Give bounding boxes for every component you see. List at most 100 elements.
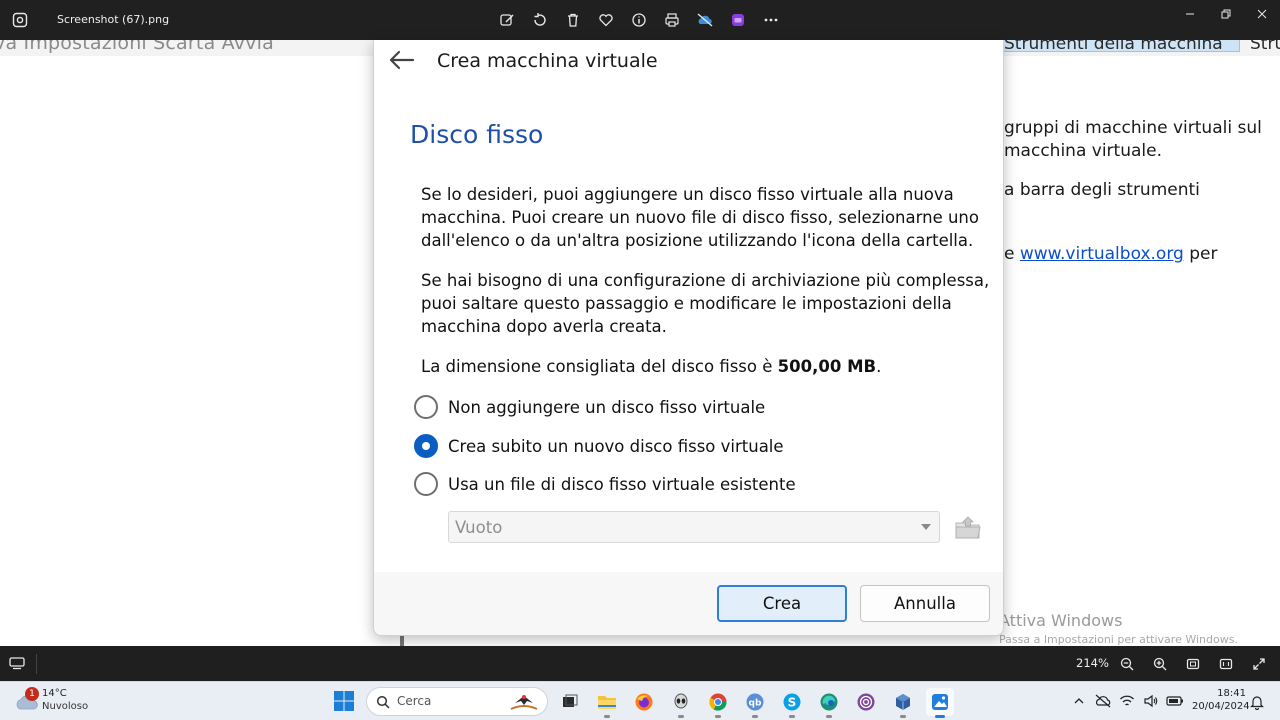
edit-icon[interactable] <box>496 10 518 30</box>
weather-condition: Nuvoloso <box>42 701 89 712</box>
recommended-size-text: La dimensione consigliata del disco fiss… <box>421 355 991 378</box>
zoom-out-icon[interactable] <box>1116 654 1138 674</box>
activate-windows-title: Attiva Windows <box>999 611 1123 630</box>
qbittorrent-icon[interactable]: qb <box>741 688 769 718</box>
dialog-title: Crea macchina virtuale <box>437 50 658 72</box>
photos-app-icon <box>12 12 28 28</box>
actual-size-icon[interactable] <box>1215 654 1237 674</box>
description-paragraph-2: Se hai bisogno di una configurazione di … <box>421 271 990 336</box>
photos-icon[interactable] <box>926 688 954 718</box>
restore-button[interactable] <box>1208 0 1244 28</box>
chrome-icon[interactable] <box>704 688 732 718</box>
cancel-button[interactable]: Annulla <box>860 585 990 622</box>
svg-text:S: S <box>788 696 797 710</box>
info-icon[interactable] <box>628 10 650 30</box>
rotate-icon[interactable] <box>529 10 551 30</box>
running-indicator <box>715 715 721 718</box>
existing-disk-select-value: Vuoto <box>455 518 503 537</box>
clipchamp-icon[interactable] <box>727 10 749 30</box>
create-vm-dialog: Crea macchina virtuale Disco fisso Se lo… <box>373 40 1004 636</box>
background-link-line: e www.virtualbox.org per <box>1004 244 1217 264</box>
edge-icon[interactable] <box>815 688 843 718</box>
folder-browse-icon[interactable] <box>953 514 983 542</box>
radio-existing-disk[interactable]: Usa un file di disco fisso virtuale esis… <box>414 472 796 496</box>
task-view-icon[interactable] <box>556 688 584 716</box>
viewer-title-bar: Screenshot (67).png <box>0 0 1280 40</box>
alien-app-icon[interactable] <box>667 688 695 718</box>
description-paragraph-1: Se lo desideri, puoi aggiungere un disco… <box>421 185 979 250</box>
skype-icon[interactable]: S <box>778 688 806 718</box>
radio-create-disk-indicator[interactable] <box>414 434 438 458</box>
viewer-bottom-bar: 214% <box>0 646 1280 681</box>
background-menu-text: va Impostazioni Scarta Avvia <box>0 40 274 54</box>
radio-create-disk-label[interactable]: Crea subito un nuovo disco fisso virtual… <box>448 437 784 456</box>
windows-start-icon[interactable] <box>333 690 355 712</box>
notification-bell-icon[interactable] <box>1250 694 1264 710</box>
background-tools-tab: Strumenti della macchina <box>1000 40 1240 52</box>
fullscreen-icon[interactable] <box>1248 654 1270 674</box>
running-indicator <box>604 715 610 718</box>
radio-no-disk-indicator[interactable] <box>414 395 438 419</box>
background-link-suffix: per <box>1183 244 1218 264</box>
system-clock[interactable]: 18:41 20/04/2024 <box>1192 687 1250 713</box>
chevron-down-icon <box>921 524 931 530</box>
recommended-size-prefix: La dimensione consigliata del disco fiss… <box>421 357 778 376</box>
clock-time: 18:41 <box>1217 688 1246 699</box>
clock-date: 20/04/2024 <box>1192 701 1250 712</box>
running-indicator <box>900 715 906 718</box>
weather-badge: 1 <box>25 687 39 701</box>
radio-no-disk[interactable]: Non aggiungere un disco fisso virtuale <box>414 395 765 419</box>
virtualbox-icon[interactable] <box>889 688 917 718</box>
radio-no-disk-label[interactable]: Non aggiungere un disco fisso virtuale <box>448 398 765 417</box>
battery-icon[interactable] <box>1166 692 1184 710</box>
file-explorer-icon[interactable] <box>593 688 621 718</box>
filmstrip-icon[interactable] <box>9 656 25 670</box>
running-indicator <box>935 715 945 718</box>
search-icon <box>376 695 390 709</box>
search-highlight-bird-icon <box>510 695 538 710</box>
onedrive-tray-icon[interactable] <box>1094 692 1112 710</box>
taskbar-search[interactable]: Cerca <box>366 687 548 716</box>
onedrive-off-icon[interactable] <box>694 10 716 30</box>
more-options-icon[interactable] <box>760 10 782 30</box>
svg-text:qb: qb <box>749 699 762 709</box>
running-indicator <box>789 715 795 718</box>
back-arrow-icon[interactable] <box>388 49 416 71</box>
chevron-up-icon[interactable] <box>1070 692 1088 710</box>
radio-create-disk[interactable]: Crea subito un nuovo disco fisso virtual… <box>414 434 784 458</box>
activate-windows-subtitle: Passa a Impostazioni per attivare Window… <box>999 633 1238 646</box>
existing-disk-select[interactable]: Vuoto <box>448 511 940 543</box>
virtualbox-link[interactable]: www.virtualbox.org <box>1020 244 1184 264</box>
running-indicator <box>826 715 832 718</box>
page-heading: Disco fisso <box>410 120 544 149</box>
radio-existing-disk-label[interactable]: Usa un file di disco fisso virtuale esis… <box>448 475 796 494</box>
search-placeholder: Cerca <box>397 694 432 708</box>
background-welcome-text: gruppi di macchine virtuali sul macchina… <box>1004 56 1280 646</box>
firefox-icon[interactable] <box>630 688 658 716</box>
zoom-level[interactable]: 214% <box>1076 656 1109 670</box>
print-icon[interactable] <box>661 10 683 30</box>
recommended-size-suffix: . <box>876 357 882 376</box>
recommended-size-value: 500,00 MB <box>777 357 877 376</box>
radio-existing-disk-indicator[interactable] <box>414 472 438 496</box>
background-link-prefix: e <box>1004 244 1020 264</box>
create-button[interactable]: Crea <box>717 585 847 622</box>
minimize-button[interactable] <box>1172 0 1208 28</box>
weather-widget[interactable]: 1 14°C Nuvoloso <box>14 687 104 717</box>
zoom-in-icon[interactable] <box>1149 654 1171 674</box>
background-line-2: macchina virtuale. <box>1004 141 1162 161</box>
close-button[interactable] <box>1244 0 1280 28</box>
wifi-icon[interactable] <box>1118 692 1136 710</box>
volume-icon[interactable] <box>1142 692 1160 710</box>
fit-to-window-icon[interactable] <box>1182 654 1204 674</box>
weather-temperature: 14°C <box>42 688 67 699</box>
windows-taskbar: 1 14°C Nuvoloso Cerca qb S 18:41 20/04/2… <box>0 681 1280 720</box>
favorite-heart-icon[interactable] <box>595 10 617 30</box>
delete-icon[interactable] <box>562 10 584 30</box>
running-indicator <box>752 715 758 718</box>
tor-browser-icon[interactable] <box>852 688 880 716</box>
bottom-bar-separator <box>36 654 37 674</box>
viewer-filename: Screenshot (67).png <box>57 13 170 26</box>
running-indicator <box>678 715 684 718</box>
background-line-1: gruppi di macchine virtuali sul <box>1004 118 1262 138</box>
